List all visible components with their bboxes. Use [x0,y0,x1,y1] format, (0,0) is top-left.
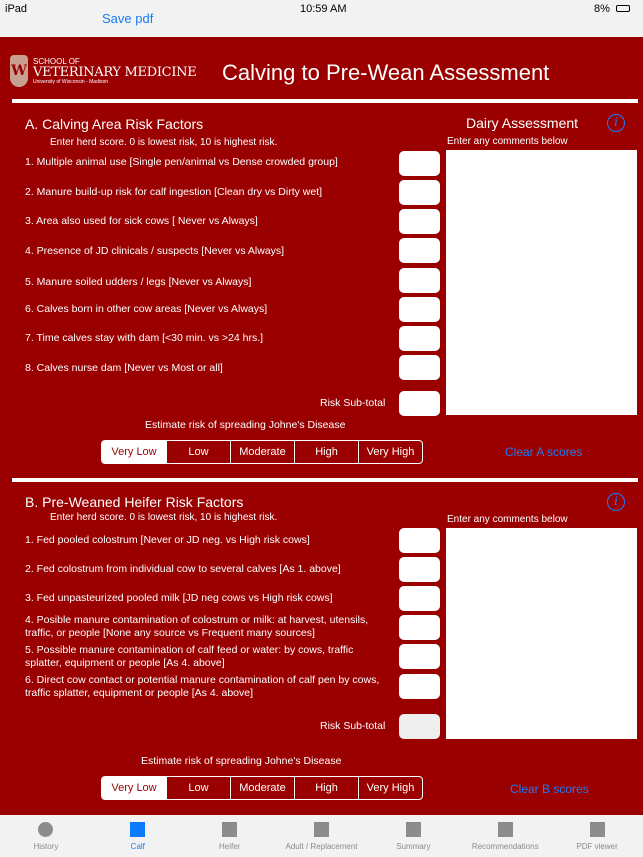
tab-history[interactable]: History [0,815,92,857]
circle-icon [38,822,54,837]
tab-pdf-viewer[interactable]: PDF viewer [551,815,643,857]
tab-calf[interactable]: Calf [92,815,184,857]
tab-label: Heifer [218,842,241,851]
risk-factor-label: 2. Manure build-up risk for calf ingesti… [25,186,323,198]
square-icon [130,822,146,837]
tab-label: Adult / Replacement [285,842,358,851]
square-icon [222,822,238,837]
risk-option-moderate[interactable]: Moderate [230,441,294,463]
estimate-label: Estimate risk of spreading Johne's Disea… [145,419,346,431]
square-icon [405,822,421,837]
clear-b-scores-button[interactable]: Clear B scores [510,782,589,796]
save-pdf-button[interactable]: Save pdf [102,11,153,26]
risk-option-very-high[interactable]: Very High [358,777,422,799]
risk-subtotal-label: Risk Sub-total [320,720,386,732]
section-b-risk-segmented[interactable]: Very Low Low Moderate High Very High [101,776,423,800]
tab-bar: History Calf Heifer Adult / Replacement Summ… [0,815,643,857]
section-a-risk-segmented[interactable]: Very Low Low Moderate High Very High [101,440,423,464]
risk-factor-label: 3. Area also used for sick cows [ Never … [25,215,258,227]
risk-factor-label: 8. Calves nurse dam [Never vs Most or al… [25,362,223,374]
risk-factor-label: 1. Fed pooled colostrum [Never or JD neg… [25,534,310,546]
square-icon [497,822,513,837]
risk-option-high[interactable]: High [294,441,358,463]
section-a-title: A. Calving Area Risk Factors [25,116,204,132]
tab-heifer[interactable]: Heifer [184,815,276,857]
risk-score-input[interactable] [399,268,440,293]
tab-label: PDF viewer [576,842,618,851]
risk-option-very-high[interactable]: Very High [358,441,422,463]
risk-option-low[interactable]: Low [166,777,230,799]
risk-score-input[interactable] [399,586,440,611]
status-bar: iPad 10:59 AM 8% [0,0,643,37]
risk-option-low[interactable]: Low [166,441,230,463]
estimate-label: Estimate risk of spreading Johne's Disea… [141,755,342,767]
risk-score-input[interactable] [399,326,440,351]
risk-score-input[interactable] [399,355,440,380]
risk-score-input[interactable] [399,644,440,669]
risk-score-input[interactable] [399,209,440,234]
risk-factor-label: 6. Calves born in other cow areas [Never… [25,303,268,315]
clock: 10:59 AM [300,3,347,15]
info-icon[interactable]: i [607,114,625,132]
section-b-comments-input[interactable] [446,528,637,739]
crest-icon: W [10,55,28,87]
clear-a-scores-button[interactable]: Clear A scores [505,445,582,459]
risk-factor-label: 6. Direct cow contact or potential manur… [25,674,380,699]
divider [12,99,638,103]
square-icon [314,822,329,837]
risk-score-input[interactable] [399,615,440,640]
risk-factor-label: 4. Posible manure contamination of colos… [25,614,369,639]
risk-score-input[interactable] [399,180,440,205]
risk-option-moderate[interactable]: Moderate [230,777,294,799]
square-icon [589,822,605,837]
tab-label: Recommendations [471,842,539,851]
section-b-title: B. Pre-Weaned Heifer Risk Factors [25,494,244,510]
risk-score-input[interactable] [399,238,440,263]
dairy-assessment-label: Dairy Assessment [466,115,579,131]
tab-summary[interactable]: Summary [367,815,459,857]
tab-label: Summary [396,842,431,851]
section-a-comments-input[interactable] [446,150,637,415]
comments-label: Enter any comments below [447,136,568,147]
risk-factor-label: 3. Fed unpasteurized pooled milk [JD neg… [25,592,333,604]
risk-factor-label: 5. Manure soiled udders / legs [Never vs… [25,276,252,288]
info-icon[interactable]: i [607,493,625,511]
risk-subtotal-label: Risk Sub-total [320,397,386,409]
logo: W SCHOOL OF VETERINARY MEDICINE Universi… [10,55,197,87]
battery-icon [616,5,630,12]
tab-recommendations[interactable]: Recommendations [459,815,551,857]
risk-factor-label: 4. Presence of JD clinicals / suspects [… [25,245,285,257]
device-label: iPad [5,3,28,15]
logo-line: VETERINARY MEDICINE [33,64,197,80]
section-b-subtotal-field[interactable] [399,714,440,739]
risk-score-input[interactable] [399,674,440,699]
section-a-subtitle: Enter herd score. 0 is lowest risk, 10 i… [50,137,278,148]
battery-level: 8% [594,3,610,15]
comments-label: Enter any comments below [447,514,568,525]
risk-factor-label: 5. Possible manure contamination of calf… [25,644,354,669]
risk-score-input[interactable] [399,297,440,322]
risk-score-input[interactable] [399,557,440,582]
risk-option-very-low[interactable]: Very Low [102,777,166,799]
risk-option-high[interactable]: High [294,777,358,799]
risk-option-very-low[interactable]: Very Low [102,441,166,463]
risk-factor-label: 2. Fed colostrum from individual cow to … [25,563,341,575]
risk-factor-label: 7. Time calves stay with dam [<30 min. v… [25,332,264,344]
tab-adult-replacement[interactable]: Adult / Replacement [276,815,368,857]
risk-score-input[interactable] [399,528,440,553]
section-b-subtitle: Enter herd score. 0 is lowest risk, 10 i… [50,512,278,523]
divider [12,478,638,482]
page-title: Calving to Pre-Wean Assessment [222,60,550,85]
logo-line: University of Wisconsin - Madison [33,78,109,85]
tab-label: History [33,842,59,851]
tab-label: Calf [130,842,145,851]
risk-factor-label: 1. Multiple animal use [Single pen/anima… [25,156,338,168]
section-a-subtotal-field[interactable] [399,391,440,416]
risk-score-input[interactable] [399,151,440,176]
